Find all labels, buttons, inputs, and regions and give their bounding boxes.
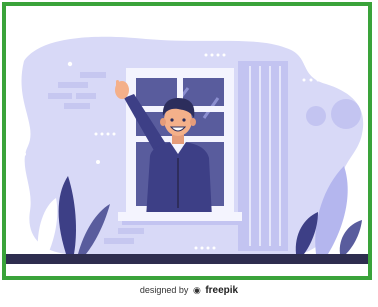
decor-circle-small [306,106,326,126]
windowsill [118,212,242,221]
image-frame [2,2,372,280]
eye-left [170,118,174,122]
decor-circle-large [331,99,361,129]
credit-brand: freepik [205,285,239,296]
ear-right [190,118,196,126]
freepik-bull-icon: ◉ [192,285,201,295]
illustration [6,36,368,264]
ear-left [160,118,166,126]
floor [6,254,368,264]
credit-prefix: designed by [139,285,189,295]
credit-line: designed by ◉ freepik [0,285,378,296]
plant-leaf-mid-right [339,220,362,254]
hand-fingers [116,80,119,89]
shirt-buttons [177,158,179,208]
eye-right [182,118,186,122]
stage: designed by ◉ freepik [0,0,378,307]
windowsill-shadow [122,221,238,225]
